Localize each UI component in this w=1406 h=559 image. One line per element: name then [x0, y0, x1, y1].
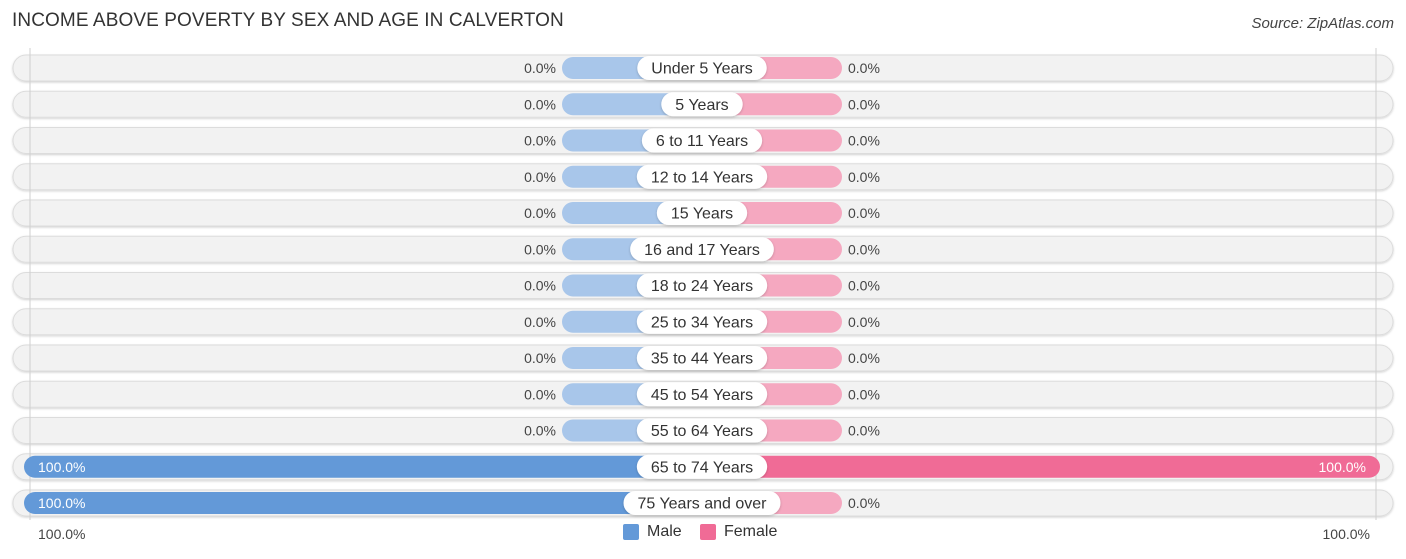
category-label: 25 to 34 Years [636, 309, 768, 334]
bar-male [24, 492, 714, 514]
value-label-female: 0.0% [848, 96, 880, 112]
category-label: 45 to 54 Years [636, 382, 768, 407]
category-label: 16 and 17 Years [630, 237, 774, 262]
value-label-male: 0.0% [524, 423, 556, 439]
category-label-text: 18 to 24 Years [651, 278, 753, 295]
category-label-text: 35 to 44 Years [651, 351, 753, 368]
value-label-female: 0.0% [848, 205, 880, 221]
value-label-female: 0.0% [848, 169, 880, 185]
legend-item-female: Female [700, 523, 777, 541]
legend-swatch-female [700, 524, 716, 540]
value-label-male: 100.0% [38, 459, 85, 475]
value-label-male: 0.0% [524, 60, 556, 76]
value-label-female: 0.0% [848, 495, 880, 511]
value-label-male: 0.0% [524, 386, 556, 402]
category-label-text: 6 to 11 Years [656, 133, 748, 150]
legend: Male Female [0, 523, 1406, 545]
category-label: Under 5 Years [637, 56, 767, 80]
value-label-female: 0.0% [848, 423, 880, 439]
category-label: 75 Years and over [623, 491, 781, 515]
category-label-text: 75 Years and over [638, 496, 768, 513]
category-label-text: 65 to 74 Years [651, 459, 753, 476]
category-label: 18 to 24 Years [636, 273, 768, 298]
value-label-male: 100.0% [38, 495, 85, 511]
value-label-female: 0.0% [848, 386, 880, 402]
value-label-female: 0.0% [848, 278, 880, 294]
value-label-male: 0.0% [524, 169, 556, 185]
value-label-male: 0.0% [524, 205, 556, 221]
value-label-female: 0.0% [848, 350, 880, 366]
value-label-male: 0.0% [524, 133, 556, 149]
category-label-text: 5 Years [675, 97, 728, 114]
value-label-male: 0.0% [524, 314, 556, 330]
legend-label-male: Male [647, 523, 682, 540]
value-label-male: 0.0% [524, 96, 556, 112]
category-label: 65 to 74 Years [636, 454, 768, 479]
axis-label-right: 100.0% [1322, 526, 1370, 542]
category-label: 6 to 11 Years [641, 128, 763, 153]
value-label-female: 0.0% [848, 241, 880, 257]
value-label-female: 0.0% [848, 133, 880, 149]
axis-label-left: 100.0% [38, 526, 86, 542]
legend-label-female: Female [724, 523, 778, 540]
category-label-text: Under 5 Years [651, 61, 752, 78]
category-label: 55 to 64 Years [636, 418, 768, 443]
bar-male [24, 455, 714, 478]
category-label: 35 to 44 Years [636, 346, 768, 370]
category-label-text: 15 Years [671, 206, 733, 223]
category-label-text: 16 and 17 Years [644, 242, 760, 259]
legend-item-male: Male [623, 523, 682, 541]
category-label-text: 25 to 34 Years [651, 314, 753, 331]
value-label-male: 0.0% [524, 241, 556, 257]
value-label-female: 0.0% [848, 60, 880, 76]
category-label: 15 Years [656, 201, 748, 225]
value-label-male: 0.0% [524, 278, 556, 294]
value-label-male: 0.0% [524, 350, 556, 366]
bar-female [690, 455, 1380, 478]
bar-chart: 0.0% 0.0% Under 5 Years 0.0% 0.0% 5 Years 0.0%… [12, 48, 1394, 520]
category-label: 5 Years [661, 92, 743, 117]
legend-swatch-male [623, 524, 639, 540]
value-label-female: 100.0% [1319, 459, 1366, 475]
category-label: 12 to 14 Years [636, 164, 768, 189]
category-label-text: 12 to 14 Years [651, 169, 753, 186]
category-label-text: 45 to 54 Years [651, 387, 753, 404]
category-label-text: 55 to 64 Years [651, 423, 753, 440]
value-label-female: 0.0% [848, 314, 880, 330]
